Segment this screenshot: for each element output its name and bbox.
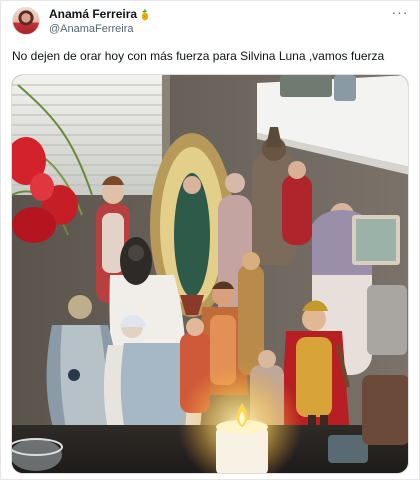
photo-saint-statues	[12, 75, 408, 473]
avatar[interactable]	[12, 7, 40, 35]
pineapple-icon	[140, 8, 150, 21]
tweet-header: Anamá Ferreira @AnamaFerreira ···	[1, 1, 419, 41]
tweet-text: No dejen de orar hoy con más fuerza para…	[12, 49, 385, 63]
author-info: Anamá Ferreira @AnamaFerreira	[49, 7, 150, 36]
ellipsis-icon: ···	[391, 4, 409, 20]
tweet-card: Anamá Ferreira @AnamaFerreira ··· No dej…	[0, 0, 420, 480]
tweet-photo[interactable]	[11, 74, 409, 474]
display-name-row: Anamá Ferreira	[49, 7, 150, 21]
display-name[interactable]: Anamá Ferreira	[49, 7, 137, 21]
more-options-button[interactable]: ···	[389, 5, 411, 23]
author-handle[interactable]: @AnamaFerreira	[49, 22, 150, 36]
